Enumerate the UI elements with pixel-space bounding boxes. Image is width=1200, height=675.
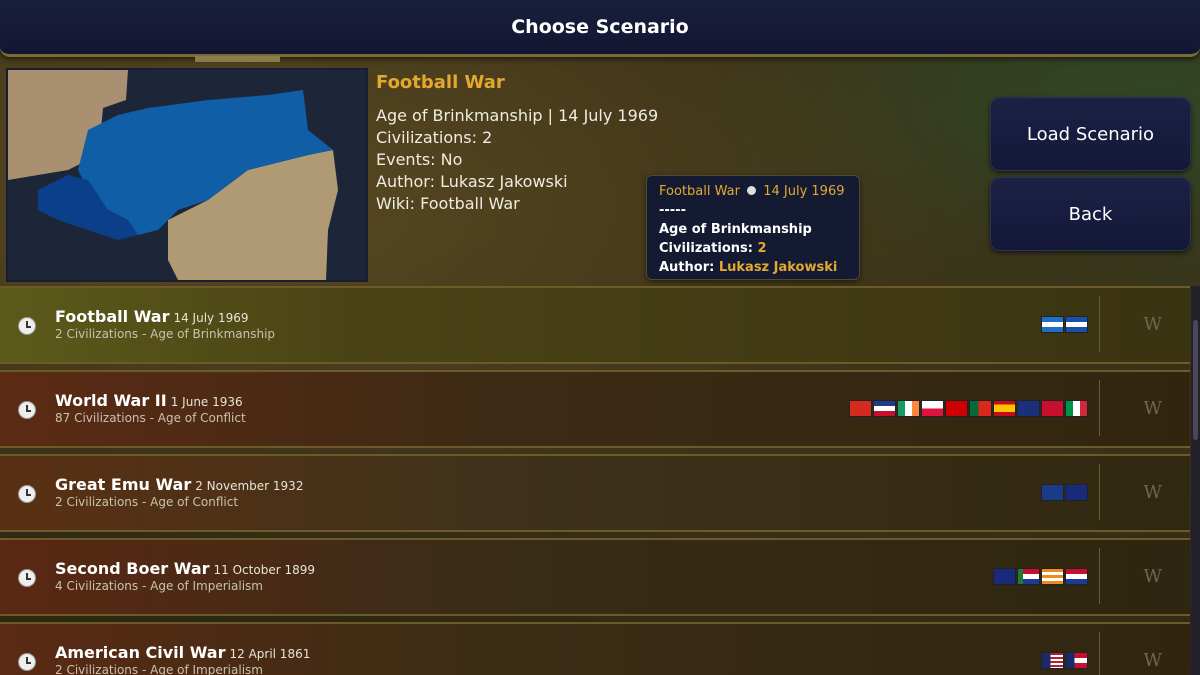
scenario-civs: Civilizations: 2 — [376, 128, 493, 147]
confederate-flag-icon — [1065, 652, 1088, 669]
scenario-list: Football War 14 July 1969 2 Civilizations… — [0, 286, 1190, 675]
el-salvador-flag-icon — [1065, 316, 1088, 333]
scenario-preview: Football War Age of Brinkmanship | 14 Ju… — [0, 62, 1200, 286]
scenario-date: 12 April 1861 — [229, 647, 311, 661]
tooltip-age: Age of Brinkmanship — [659, 222, 812, 237]
clock-icon — [18, 401, 36, 419]
clock-icon — [18, 569, 36, 587]
scenario-subtitle: 4 Civilizations - Age of Imperialism — [55, 579, 263, 593]
australia-flag-icon — [1065, 484, 1088, 501]
flag-list — [1041, 316, 1088, 333]
scenario-name: Great Emu War — [55, 475, 192, 494]
wiki-icon[interactable]: W — [1143, 650, 1162, 671]
boer-flag-icon — [1065, 568, 1088, 585]
usa-flag-icon — [1041, 652, 1064, 669]
scrollbar-thumb[interactable] — [1193, 320, 1198, 440]
honduras-flag-icon — [1041, 316, 1064, 333]
yugoslavia-flag-icon — [873, 400, 896, 417]
poland-flag-icon — [921, 400, 944, 417]
clock-icon — [18, 653, 36, 671]
scenario-date: 11 October 1899 — [213, 563, 315, 577]
tooltip-date: 14 July 1969 — [763, 184, 845, 199]
flag-list — [849, 400, 1088, 417]
tooltip-separator: ----- — [659, 203, 686, 218]
ireland-flag-icon — [897, 400, 920, 417]
transvaal-flag-icon — [1017, 568, 1040, 585]
tooltip-author-value: Lukasz Jakowski — [718, 260, 838, 275]
orange-free-state-flag-icon — [1041, 568, 1064, 585]
emu-flag-icon — [1041, 484, 1064, 501]
scenario-subtitle: 87 Civilizations - Age of Conflict — [55, 411, 246, 425]
wiki-icon[interactable]: W — [1143, 314, 1162, 335]
tooltip-civs-value: 2 — [757, 241, 767, 256]
back-button[interactable]: Back — [990, 177, 1191, 251]
tooltip-name: Football War — [659, 184, 740, 199]
scenario-name: World War II — [55, 391, 167, 410]
scenario-row-american-civil-war[interactable]: American Civil War 12 April 1861 2 Civili… — [0, 622, 1190, 675]
scenario-name: Second Boer War — [55, 559, 210, 578]
flag-list — [993, 568, 1088, 585]
scenario-row-world-war-ii[interactable]: World War II 1 June 1936 87 Civilizations… — [0, 370, 1190, 448]
clock-icon — [747, 186, 757, 195]
italy-flag-icon — [1065, 400, 1088, 417]
flag-list — [1041, 484, 1088, 501]
scenario-date: 14 July 1969 — [173, 311, 249, 325]
tooltip-author-label: Author: — [659, 260, 719, 275]
spain-flag-icon — [993, 400, 1016, 417]
germany-flag-icon — [1041, 400, 1064, 417]
scenario-row-second-boer-war[interactable]: Second Boer War 11 October 1899 4 Civiliz… — [0, 538, 1190, 616]
page-title: Choose Scenario — [511, 16, 689, 38]
scenario-details: Football War Age of Brinkmanship | 14 Ju… — [376, 72, 658, 215]
scenario-title: Football War — [376, 72, 505, 93]
scenario-subtitle: 2 Civilizations - Age of Brinkmanship — [55, 327, 276, 341]
natal-flag-icon — [993, 568, 1016, 585]
scenario-tooltip: Football War 14 July 1969 ----- Age of B… — [646, 175, 860, 280]
scenario-row-great-emu-war[interactable]: Great Emu War 2 November 1932 2 Civilizat… — [0, 454, 1190, 532]
scenario-date: 2 November 1932 — [195, 479, 304, 493]
scenario-events: Events: No — [376, 150, 463, 169]
scenario-wiki-link[interactable]: Wiki: Football War — [376, 193, 658, 215]
scenario-age-date: Age of Brinkmanship | 14 July 1969 — [376, 106, 659, 125]
wiki-icon[interactable]: W — [1143, 398, 1162, 419]
scenario-name: American Civil War — [55, 643, 226, 662]
scenario-name: Football War — [55, 307, 170, 326]
wiki-icon[interactable]: W — [1143, 566, 1162, 587]
scenario-minimap — [6, 68, 368, 282]
soviet-flag-icon — [945, 400, 968, 417]
switzerland-flag-icon — [849, 400, 872, 417]
scenario-row-football-war[interactable]: Football War 14 July 1969 2 Civilizations… — [0, 286, 1190, 364]
scenario-date: 1 June 1936 — [170, 395, 243, 409]
portugal-flag-icon — [969, 400, 992, 417]
tooltip-civs-label: Civilizations: — [659, 241, 758, 256]
clock-icon — [18, 485, 36, 503]
wiki-icon[interactable]: W — [1143, 482, 1162, 503]
load-scenario-button[interactable]: Load Scenario — [990, 97, 1191, 171]
clock-icon — [18, 317, 36, 335]
flag-list — [1041, 652, 1088, 669]
uk-flag-icon — [1017, 400, 1040, 417]
title-bar: Choose Scenario — [0, 0, 1200, 57]
scenario-author: Author: Lukasz Jakowski — [376, 172, 568, 191]
scenario-subtitle: 2 Civilizations - Age of Conflict — [55, 495, 239, 509]
scenario-subtitle: 2 Civilizations - Age of Imperialism — [55, 663, 263, 675]
